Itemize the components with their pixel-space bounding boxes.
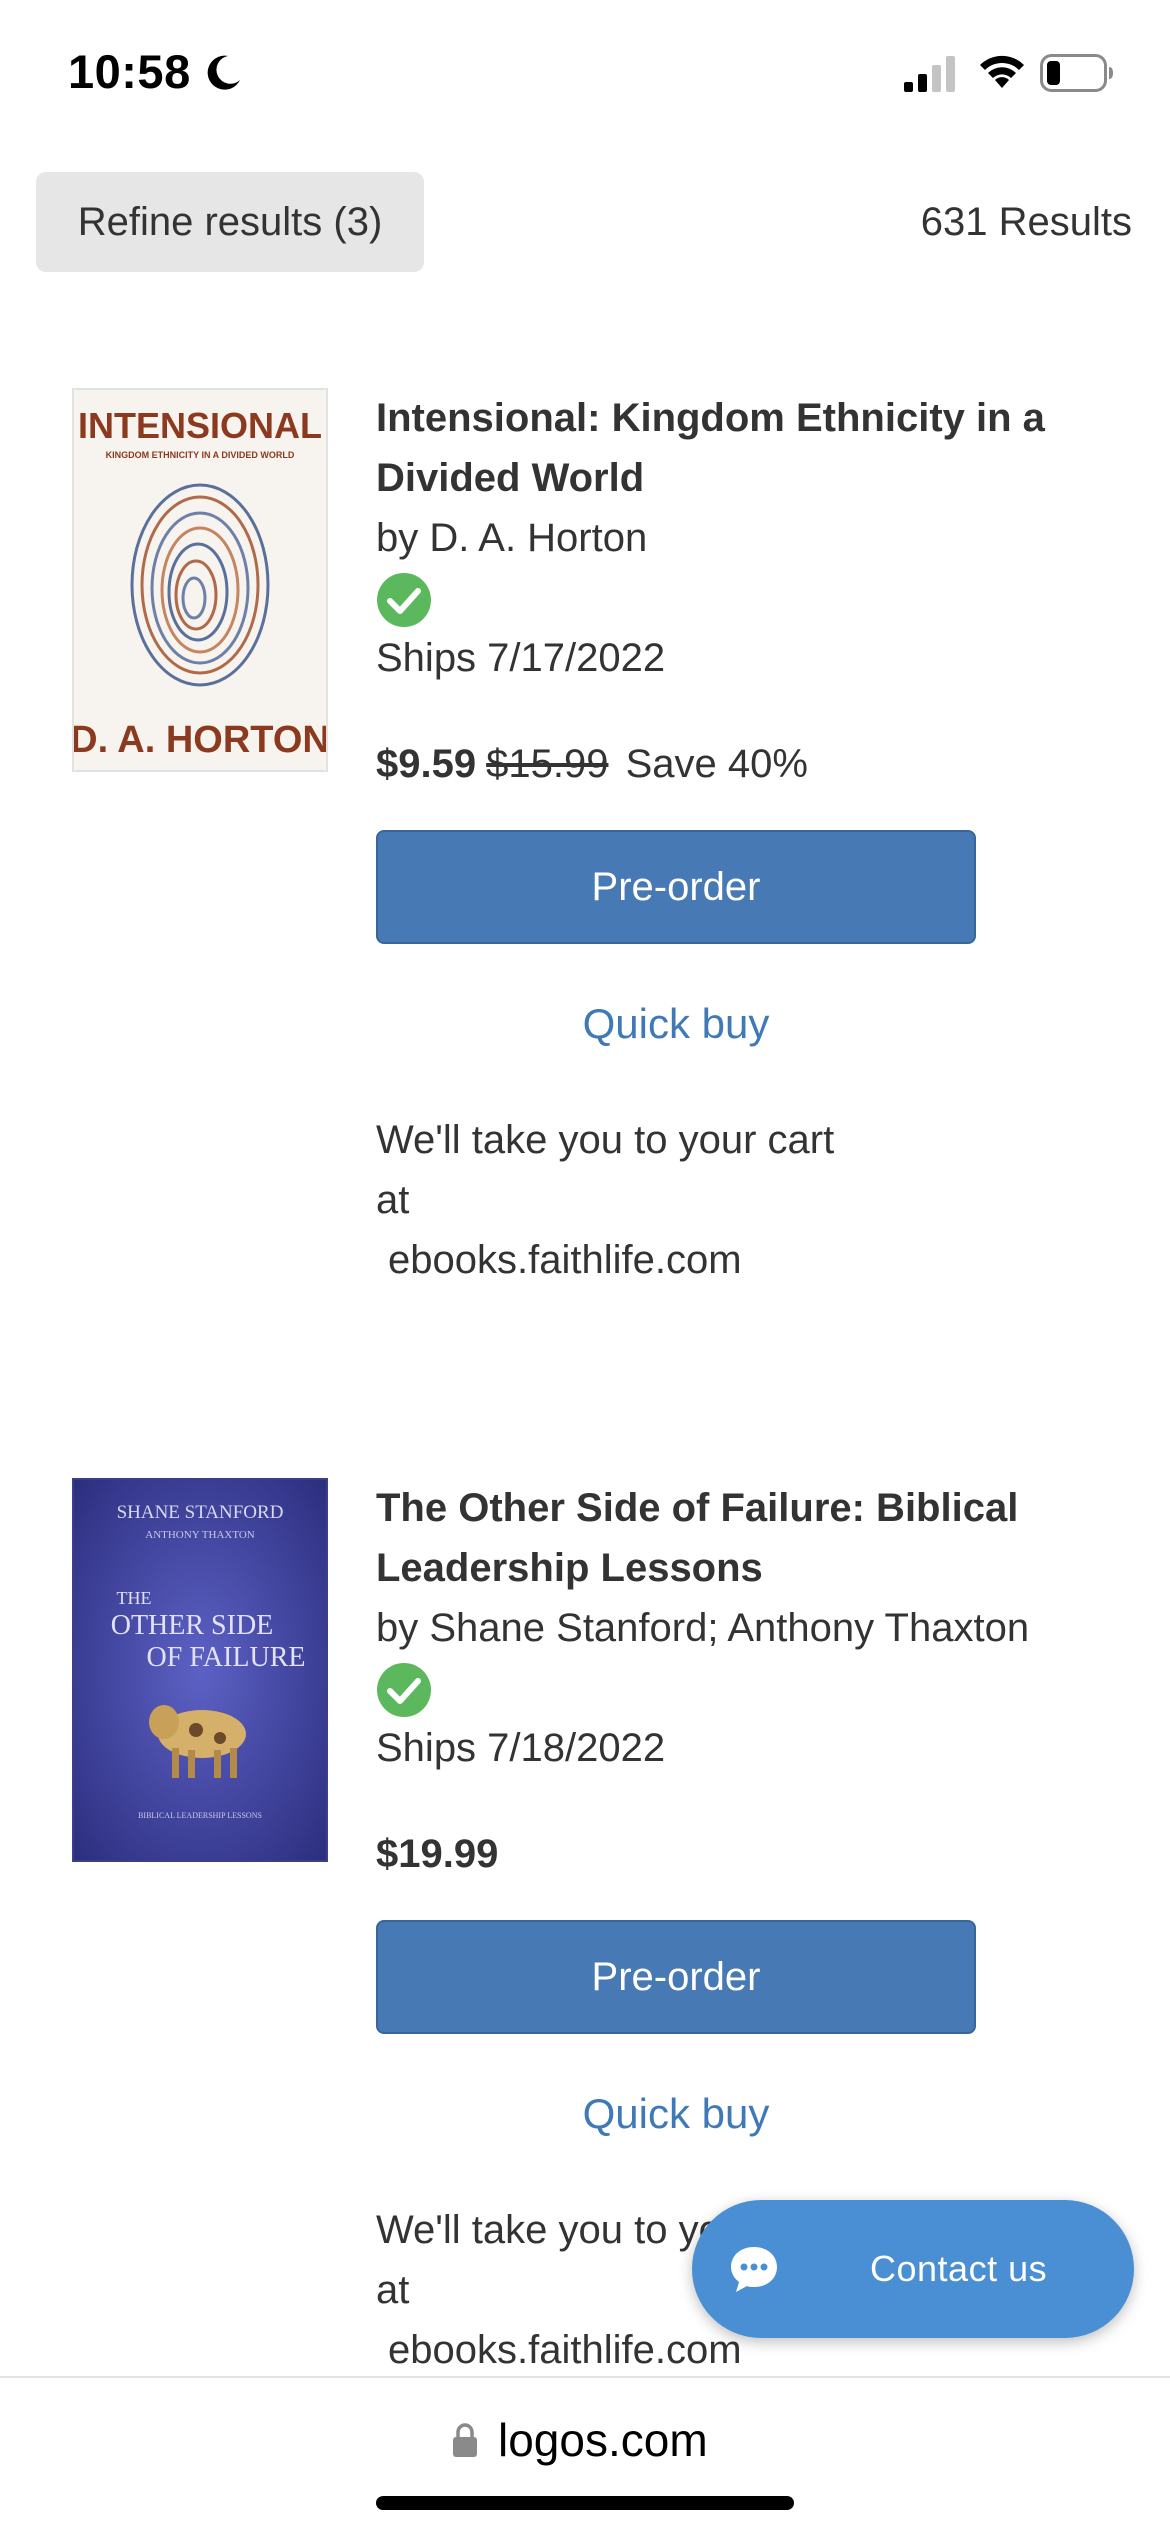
contact-us-button[interactable]: Contact us	[692, 2200, 1134, 2338]
price-row: $9.59 $15.99 Save 40%	[376, 734, 1136, 794]
cover-authors-2: ANTHONY THAXTON	[145, 1529, 255, 1541]
sale-price: $9.59	[376, 742, 477, 786]
cover-title: INTENSIONAL	[78, 405, 322, 446]
refine-results-button[interactable]: Refine results (3)	[36, 172, 424, 272]
cover-subtitle: BIBLICAL LEADERSHIP LESSONS	[138, 1811, 262, 1820]
cover-author: D. A. HORTON	[74, 719, 326, 761]
results-count: 631 Results	[920, 200, 1132, 244]
product-title[interactable]: Intensional: Kingdom Ethnicity in a Divi…	[376, 388, 1136, 508]
book-cover[interactable]: INTENSIONAL KINGDOM ETHNICITY IN A DIVID…	[72, 388, 328, 772]
product-author: by D. A. Horton	[376, 516, 648, 560]
product-author: by Shane Stanford; Anthony Thaxton	[376, 1606, 1030, 1650]
home-indicator[interactable]	[376, 2496, 794, 2510]
signal-icon	[904, 56, 955, 92]
preorder-button[interactable]: Pre-order	[376, 1920, 976, 2034]
cover-title-line: OTHER SIDE	[111, 1610, 274, 1641]
book-cover-art: SHANE STANFORD ANTHONY THAXTON THE OTHER…	[74, 1480, 326, 1860]
ships-date: Ships 7/18/2022	[376, 1726, 666, 1770]
check-icon	[377, 573, 431, 627]
chat-icon	[731, 2247, 777, 2292]
cart-note: We'll take you to your cart at ebooks.fa…	[376, 1110, 936, 1290]
cover-authors: SHANE STANFORD	[117, 1502, 284, 1523]
url-text[interactable]: logos.com	[498, 2412, 708, 2468]
cover-title-line: OF FAILURE	[147, 1642, 306, 1673]
status-time: 10:58	[68, 45, 191, 98]
book-cover-art: INTENSIONAL KINGDOM ETHNICITY IN A DIVID…	[74, 390, 326, 770]
ships-date: Ships 7/17/2022	[376, 636, 666, 680]
quick-buy-link[interactable]: Quick buy	[376, 994, 976, 1054]
price-row: $19.99	[376, 1824, 1136, 1884]
cover-subtitle: KINGDOM ETHNICITY IN A DIVIDED WORLD	[106, 450, 295, 460]
wifi-icon	[980, 55, 1024, 88]
product-title[interactable]: The Other Side of Failure: Biblical Lead…	[376, 1478, 1136, 1598]
cart-note-line: We'll take you to your cart	[376, 1118, 835, 1162]
status-bar: 10:58	[0, 0, 1170, 150]
sale-price: $19.99	[376, 1832, 499, 1876]
browser-url-bar[interactable]: logos.com	[0, 2376, 1170, 2532]
moon-icon	[207, 55, 240, 90]
contact-us-label: Contact us	[870, 2248, 1048, 2289]
page: 10:58 Refine results (3) 631 Results INT…	[0, 0, 1170, 2532]
cover-title-line: THE	[117, 1588, 152, 1608]
product-details: Intensional: Kingdom Ethnicity in a Divi…	[376, 388, 1136, 1290]
battery-icon	[1040, 54, 1113, 92]
lock-icon	[453, 2423, 477, 2457]
cart-note-line: at	[376, 1178, 410, 1222]
quick-buy-link[interactable]: Quick buy	[376, 2084, 976, 2144]
book-cover[interactable]: SHANE STANFORD ANTHONY THAXTON THE OTHER…	[72, 1478, 328, 1862]
save-percent: Save 40%	[625, 742, 808, 786]
original-price: $15.99	[486, 742, 609, 786]
cart-note-url: ebooks.faithlife.com	[388, 1238, 742, 1282]
preorder-button[interactable]: Pre-order	[376, 830, 976, 944]
check-icon	[377, 1663, 431, 1717]
